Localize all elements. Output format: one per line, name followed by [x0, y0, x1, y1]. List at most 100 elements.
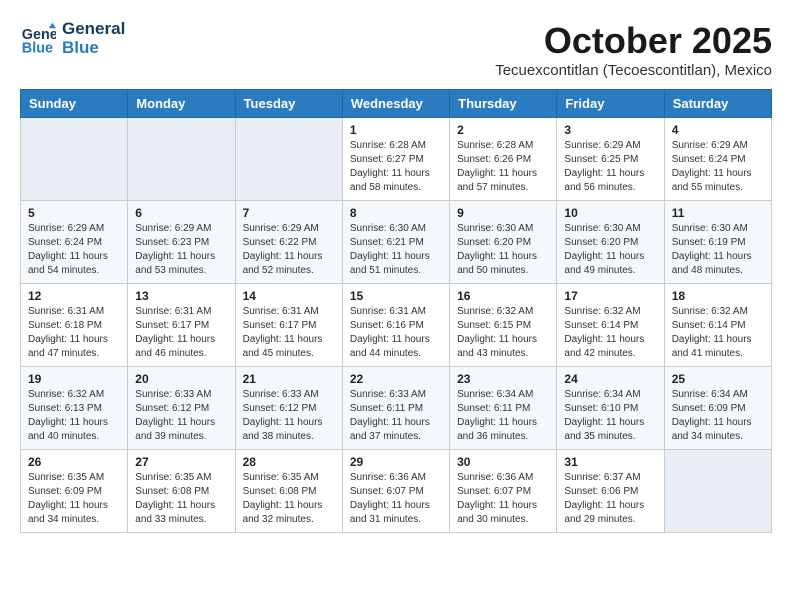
day-number: 14 [243, 289, 335, 303]
day-info: Sunrise: 6:29 AM Sunset: 6:24 PM Dayligh… [672, 139, 764, 195]
day-number: 4 [672, 123, 764, 137]
day-number: 1 [350, 123, 442, 137]
day-cell: 30 Sunrise: 6:36 AM Sunset: 6:07 PM Dayli… [450, 450, 557, 533]
day-number: 3 [564, 123, 656, 137]
weekday-header-friday: Friday [557, 90, 664, 118]
day-info: Sunrise: 6:32 AM Sunset: 6:15 PM Dayligh… [457, 305, 549, 361]
week-row-4: 19Sunrise: 6:32 AM Sunset: 6:13 PM Dayli… [21, 367, 772, 450]
day-info: Sunrise: 6:34 AM Sunset: 6:11 PM Dayligh… [457, 388, 549, 444]
day-number: 6 [135, 206, 227, 220]
day-number: 20 [135, 372, 227, 386]
day-number: 13 [135, 289, 227, 303]
day-info: Sunrise: 6:31 AM Sunset: 6:18 PM Dayligh… [28, 305, 120, 361]
day-info: Sunrise: 6:29 AM Sunset: 6:25 PM Dayligh… [564, 139, 656, 195]
day-info: Sunrise: 6:31 AM Sunset: 6:17 PM Dayligh… [243, 305, 335, 361]
day-cell: 10 Sunrise: 6:30 AM Sunset: 6:20 PM Dayli… [557, 201, 664, 284]
day-cell: 4 Sunrise: 6:29 AM Sunset: 6:24 PM Daylig… [664, 118, 771, 201]
day-number: 9 [457, 206, 549, 220]
day-info: Sunrise: 6:29 AM Sunset: 6:22 PM Dayligh… [243, 222, 335, 278]
day-cell [235, 118, 342, 201]
day-cell: 21 Sunrise: 6:33 AM Sunset: 6:12 PM Dayli… [235, 367, 342, 450]
day-cell: 12 Sunrise: 6:31 AM Sunset: 6:18 PM Dayli… [21, 284, 128, 367]
day-info: Sunrise: 6:36 AM Sunset: 6:07 PM Dayligh… [457, 471, 549, 527]
day-number: 31 [564, 455, 656, 469]
day-cell [21, 118, 128, 201]
day-info: Sunrise: 6:37 AM Sunset: 6:06 PM Dayligh… [564, 471, 656, 527]
day-number: 15 [350, 289, 442, 303]
day-info: Sunrise: 6:33 AM Sunset: 6:12 PM Dayligh… [243, 388, 335, 444]
day-cell: 28 Sunrise: 6:35 AM Sunset: 6:08 PM Dayli… [235, 450, 342, 533]
day-number: 18 [672, 289, 764, 303]
day-number: 10 [564, 206, 656, 220]
day-cell: 24Sunrise: 6:34 AM Sunset: 6:10 PM Dayli… [557, 367, 664, 450]
day-info: Sunrise: 6:35 AM Sunset: 6:08 PM Dayligh… [135, 471, 227, 527]
day-info: Sunrise: 6:32 AM Sunset: 6:14 PM Dayligh… [564, 305, 656, 361]
day-number: 26 [28, 455, 120, 469]
day-cell: 3 Sunrise: 6:29 AM Sunset: 6:25 PM Daylig… [557, 118, 664, 201]
day-info: Sunrise: 6:31 AM Sunset: 6:16 PM Dayligh… [350, 305, 442, 361]
day-info: Sunrise: 6:36 AM Sunset: 6:07 PM Dayligh… [350, 471, 442, 527]
day-number: 25 [672, 372, 764, 386]
day-cell: 9Sunrise: 6:30 AM Sunset: 6:20 PM Daylig… [450, 201, 557, 284]
weekday-header-sunday: Sunday [21, 90, 128, 118]
month-title: October 2025 [495, 20, 772, 62]
day-cell: 11Sunrise: 6:30 AM Sunset: 6:19 PM Dayli… [664, 201, 771, 284]
day-number: 8 [350, 206, 442, 220]
week-row-3: 12 Sunrise: 6:31 AM Sunset: 6:18 PM Dayli… [21, 284, 772, 367]
day-number: 11 [672, 206, 764, 220]
weekday-header-thursday: Thursday [450, 90, 557, 118]
day-info: Sunrise: 6:33 AM Sunset: 6:12 PM Dayligh… [135, 388, 227, 444]
day-number: 21 [243, 372, 335, 386]
weekday-header-row: SundayMondayTuesdayWednesdayThursdayFrid… [21, 90, 772, 118]
day-number: 12 [28, 289, 120, 303]
weekday-header-tuesday: Tuesday [235, 90, 342, 118]
day-info: Sunrise: 6:32 AM Sunset: 6:13 PM Dayligh… [28, 388, 120, 444]
day-number: 16 [457, 289, 549, 303]
day-cell: 19Sunrise: 6:32 AM Sunset: 6:13 PM Dayli… [21, 367, 128, 450]
day-info: Sunrise: 6:31 AM Sunset: 6:17 PM Dayligh… [135, 305, 227, 361]
weekday-header-wednesday: Wednesday [342, 90, 449, 118]
day-number: 28 [243, 455, 335, 469]
location-title: Tecuexcontitlan (Tecoescontitlan), Mexic… [495, 62, 772, 79]
day-info: Sunrise: 6:28 AM Sunset: 6:26 PM Dayligh… [457, 139, 549, 195]
day-number: 23 [457, 372, 549, 386]
day-cell [664, 450, 771, 533]
day-cell [128, 118, 235, 201]
day-info: Sunrise: 6:35 AM Sunset: 6:08 PM Dayligh… [243, 471, 335, 527]
header: General Blue General Blue October 2025 T… [20, 20, 772, 79]
week-row-5: 26 Sunrise: 6:35 AM Sunset: 6:09 PM Dayli… [21, 450, 772, 533]
day-cell: 1Sunrise: 6:28 AM Sunset: 6:27 PM Daylig… [342, 118, 449, 201]
day-cell: 29 Sunrise: 6:36 AM Sunset: 6:07 PM Dayli… [342, 450, 449, 533]
day-cell: 7 Sunrise: 6:29 AM Sunset: 6:22 PM Daylig… [235, 201, 342, 284]
day-info: Sunrise: 6:32 AM Sunset: 6:14 PM Dayligh… [672, 305, 764, 361]
day-info: Sunrise: 6:30 AM Sunset: 6:20 PM Dayligh… [564, 222, 656, 278]
day-number: 29 [350, 455, 442, 469]
day-number: 5 [28, 206, 120, 220]
day-cell: 8 Sunrise: 6:30 AM Sunset: 6:21 PM Daylig… [342, 201, 449, 284]
weekday-header-saturday: Saturday [664, 90, 771, 118]
day-number: 22 [350, 372, 442, 386]
title-section: October 2025 Tecuexcontitlan (Tecoescont… [495, 20, 772, 79]
day-cell: 26 Sunrise: 6:35 AM Sunset: 6:09 PM Dayli… [21, 450, 128, 533]
day-cell: 15 Sunrise: 6:31 AM Sunset: 6:16 PM Dayli… [342, 284, 449, 367]
day-number: 30 [457, 455, 549, 469]
day-number: 2 [457, 123, 549, 137]
day-info: Sunrise: 6:35 AM Sunset: 6:09 PM Dayligh… [28, 471, 120, 527]
day-cell: 2 Sunrise: 6:28 AM Sunset: 6:26 PM Daylig… [450, 118, 557, 201]
day-info: Sunrise: 6:34 AM Sunset: 6:10 PM Dayligh… [564, 388, 656, 444]
day-cell: 22Sunrise: 6:33 AM Sunset: 6:11 PM Dayli… [342, 367, 449, 450]
day-cell: 31 Sunrise: 6:37 AM Sunset: 6:06 PM Dayli… [557, 450, 664, 533]
day-cell: 14 Sunrise: 6:31 AM Sunset: 6:17 PM Dayli… [235, 284, 342, 367]
day-info: Sunrise: 6:30 AM Sunset: 6:21 PM Dayligh… [350, 222, 442, 278]
day-number: 7 [243, 206, 335, 220]
day-info: Sunrise: 6:29 AM Sunset: 6:23 PM Dayligh… [135, 222, 227, 278]
week-row-2: 5Sunrise: 6:29 AM Sunset: 6:24 PM Daylig… [21, 201, 772, 284]
day-cell: 23 Sunrise: 6:34 AM Sunset: 6:11 PM Dayli… [450, 367, 557, 450]
weekday-header-monday: Monday [128, 90, 235, 118]
day-cell: 16 Sunrise: 6:32 AM Sunset: 6:15 PM Dayli… [450, 284, 557, 367]
day-cell: 25Sunrise: 6:34 AM Sunset: 6:09 PM Dayli… [664, 367, 771, 450]
day-cell: 18 Sunrise: 6:32 AM Sunset: 6:14 PM Dayli… [664, 284, 771, 367]
day-cell: 13 Sunrise: 6:31 AM Sunset: 6:17 PM Dayli… [128, 284, 235, 367]
day-cell: 27Sunrise: 6:35 AM Sunset: 6:08 PM Dayli… [128, 450, 235, 533]
logo-icon: General Blue [20, 21, 56, 57]
